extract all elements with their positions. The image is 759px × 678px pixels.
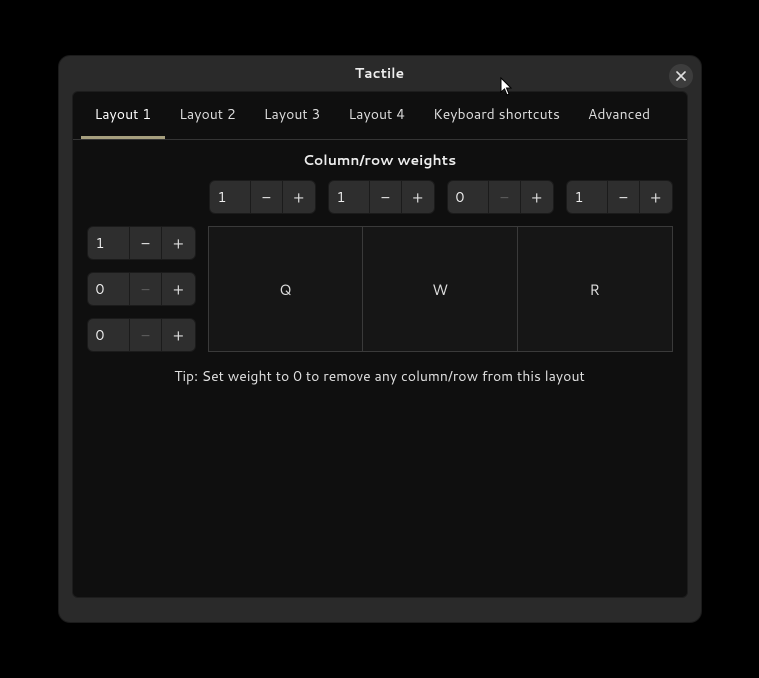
layout-cell-w: W — [363, 227, 518, 351]
column-weight-spin-3: 1−+ — [566, 180, 673, 214]
row-weight-spin-0: 1−+ — [87, 226, 196, 260]
titlebar: Tactile — [59, 56, 701, 89]
column-weight-increment-button[interactable]: + — [283, 181, 315, 213]
main-row: 1−+0−+0−+ QWR — [87, 226, 673, 352]
hint-text: Tip: Set weight to 0 to remove any colum… — [87, 366, 673, 386]
column-weight-value[interactable]: 1 — [329, 181, 371, 213]
tab-layout-3[interactable]: Layout 3 — [250, 92, 335, 139]
tab-content: Column/row weights 1−+1−+0−+1−+ 1−+0−+0−… — [73, 140, 687, 597]
column-weight-spin-0: 1−+ — [209, 180, 316, 214]
column-weight-value[interactable]: 1 — [210, 181, 252, 213]
layout-preview-grid: QWR — [208, 226, 673, 352]
tab-label: Layout 4 — [348, 104, 405, 124]
row-weight-decrement-button: − — [130, 273, 162, 305]
row-weight-increment-button[interactable]: + — [162, 319, 194, 351]
plus-icon: + — [293, 186, 304, 209]
cell-label: Q — [279, 279, 292, 300]
column-weight-decrement-button[interactable]: − — [608, 181, 640, 213]
section-title: Column/row weights — [87, 150, 673, 170]
plus-icon: + — [650, 186, 661, 209]
column-weight-increment-button[interactable]: + — [521, 181, 553, 213]
tab-keyboard-shortcuts[interactable]: Keyboard shortcuts — [419, 92, 574, 139]
tab-label: Layout 3 — [264, 104, 321, 124]
row-weight-value[interactable]: 1 — [88, 227, 130, 259]
column-weight-value[interactable]: 0 — [448, 181, 490, 213]
dialog-window: Tactile Layout 1 Layout 2 Layout 3 Layout 4… — [58, 55, 702, 623]
tab-bar: Layout 1 Layout 2 Layout 3 Layout 4 Keyboard… — [73, 92, 687, 140]
minus-icon: − — [141, 232, 150, 255]
plus-icon: + — [173, 278, 184, 301]
minus-icon: − — [141, 278, 150, 301]
window-title: Tactile — [355, 63, 404, 83]
content-panel: Layout 1 Layout 2 Layout 3 Layout 4 Keyboard… — [72, 91, 688, 598]
tab-layout-4[interactable]: Layout 4 — [334, 92, 419, 139]
row-weight-spin-1: 0−+ — [87, 272, 196, 306]
tab-advanced[interactable]: Advanced — [574, 92, 664, 139]
column-weight-increment-button[interactable]: + — [640, 181, 672, 213]
tab-label: Advanced — [588, 104, 650, 124]
column-weight-increment-button[interactable]: + — [402, 181, 434, 213]
tab-layout-2[interactable]: Layout 2 — [165, 92, 250, 139]
row-weight-value[interactable]: 0 — [88, 273, 130, 305]
plus-icon: + — [173, 232, 184, 255]
close-icon — [676, 66, 686, 86]
column-weight-spin-1: 1−+ — [328, 180, 435, 214]
layout-cell-q: Q — [209, 227, 364, 351]
row-weight-value[interactable]: 0 — [88, 319, 130, 351]
minus-icon: − — [141, 324, 150, 347]
column-weight-decrement-button: − — [489, 181, 521, 213]
weights-grid: 1−+1−+0−+1−+ 1−+0−+0−+ QWR — [87, 180, 673, 352]
minus-icon: − — [381, 186, 390, 209]
row-weight-spin-2: 0−+ — [87, 318, 196, 352]
row-weights-column: 1−+0−+0−+ — [87, 226, 196, 352]
column-weight-decrement-button[interactable]: − — [370, 181, 402, 213]
plus-icon: + — [531, 186, 542, 209]
tab-label: Keyboard shortcuts — [433, 104, 560, 124]
tab-label: Layout 1 — [95, 104, 152, 124]
tab-layout-1[interactable]: Layout 1 — [81, 92, 166, 139]
close-button[interactable] — [669, 64, 693, 88]
minus-icon: − — [262, 186, 271, 209]
column-weights-row: 1−+1−+0−+1−+ — [209, 180, 673, 214]
plus-icon: + — [412, 186, 423, 209]
row-weight-decrement-button: − — [130, 319, 162, 351]
minus-icon: − — [500, 186, 509, 209]
minus-icon: − — [619, 186, 628, 209]
plus-icon: + — [173, 324, 184, 347]
row-weight-increment-button[interactable]: + — [162, 273, 194, 305]
row-weight-decrement-button[interactable]: − — [130, 227, 162, 259]
cell-label: R — [589, 279, 600, 300]
layout-cell-r: R — [518, 227, 672, 351]
tab-label: Layout 2 — [179, 104, 236, 124]
cell-label: W — [432, 279, 448, 300]
column-weight-spin-2: 0−+ — [447, 180, 554, 214]
column-weight-value[interactable]: 1 — [567, 181, 609, 213]
row-weight-increment-button[interactable]: + — [162, 227, 194, 259]
column-weight-decrement-button[interactable]: − — [251, 181, 283, 213]
